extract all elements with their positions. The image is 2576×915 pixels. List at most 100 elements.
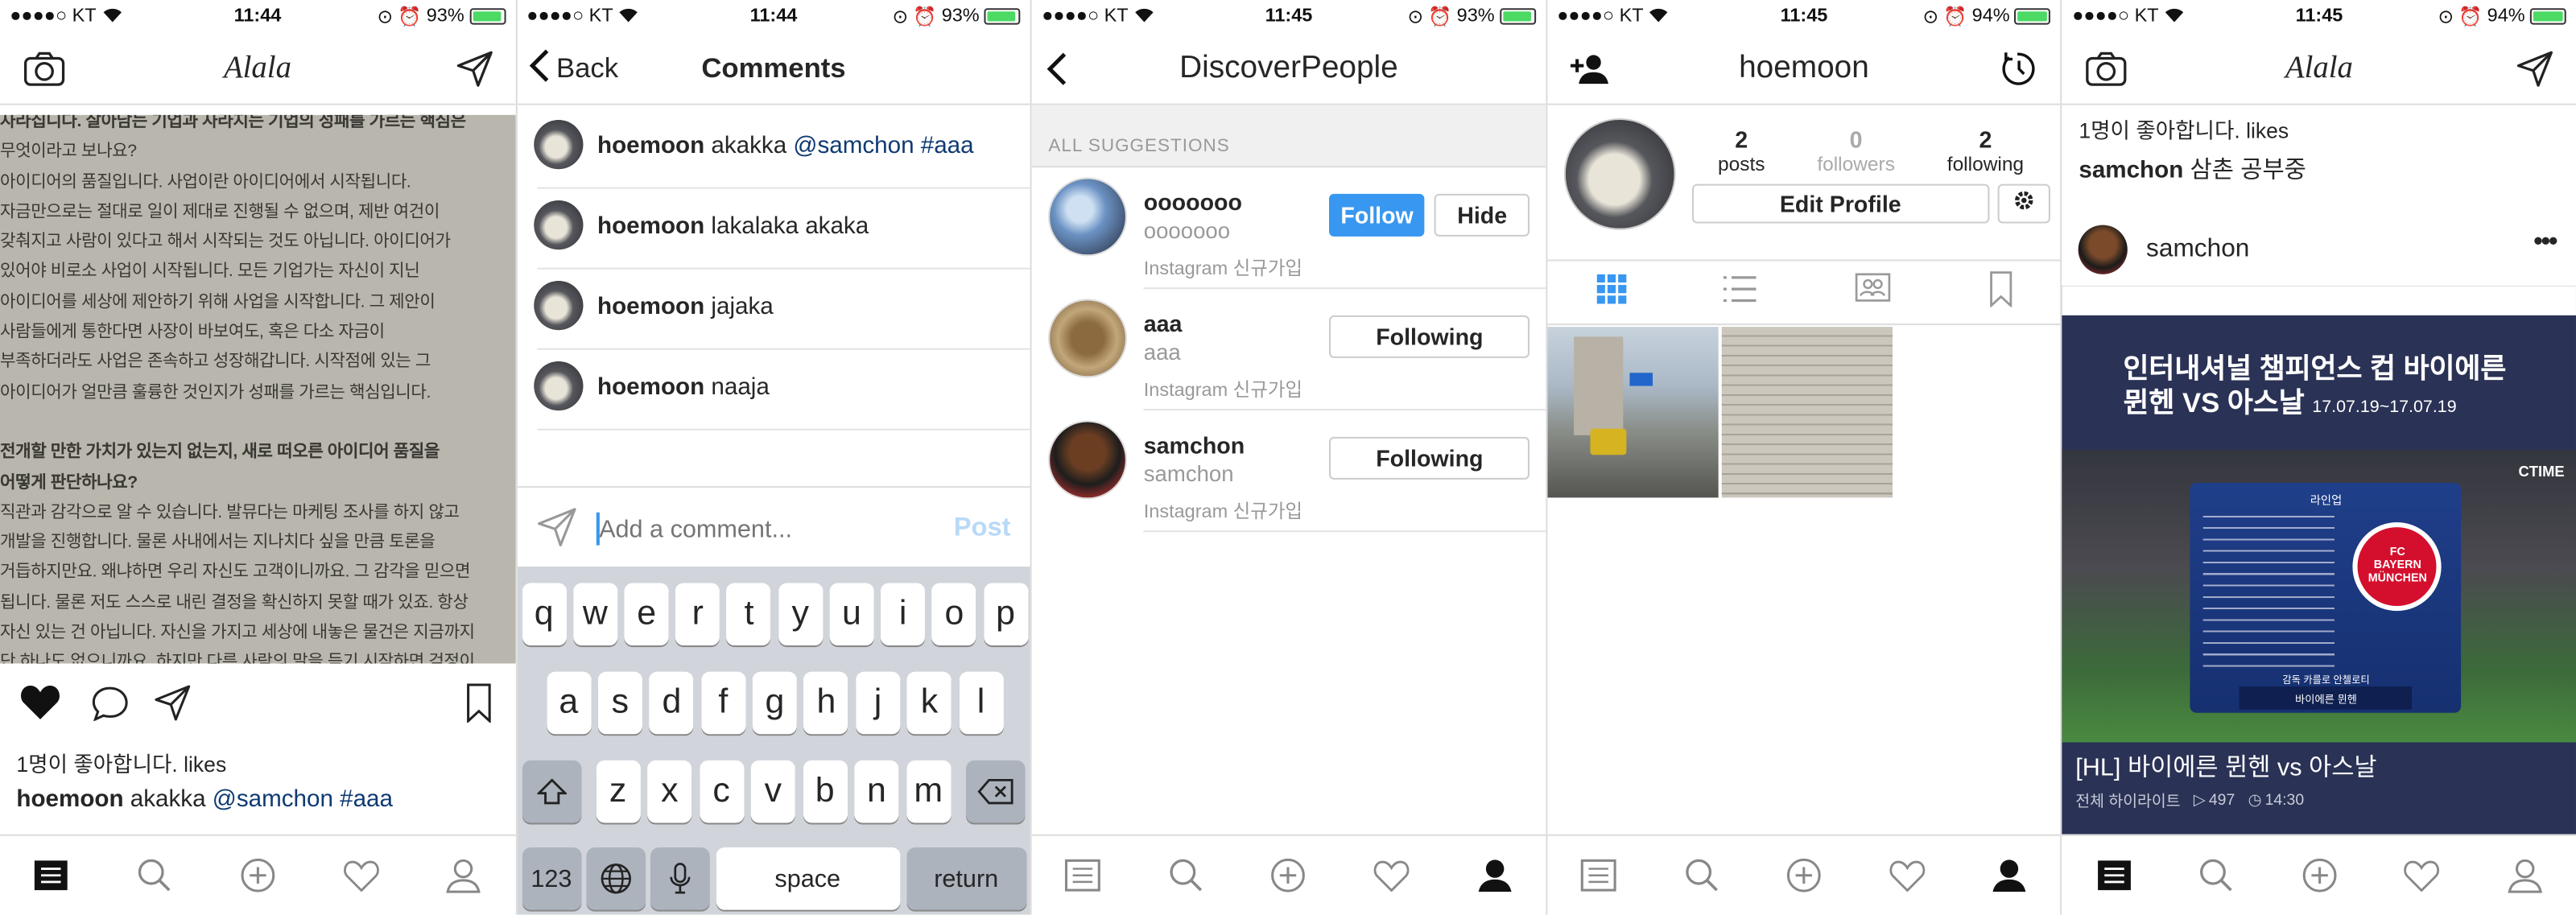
comment-tags[interactable]: @samchon #aaa bbox=[793, 133, 973, 159]
avatar[interactable] bbox=[533, 361, 583, 411]
tab-home[interactable] bbox=[1063, 855, 1103, 895]
comment-row[interactable]: hoemoon jajaka bbox=[517, 270, 1030, 350]
tab-activity[interactable] bbox=[1887, 855, 1926, 895]
avatar[interactable] bbox=[1563, 117, 1676, 230]
avatar[interactable] bbox=[533, 280, 583, 331]
key-z[interactable]: z bbox=[595, 760, 641, 823]
camera-icon[interactable] bbox=[23, 51, 66, 87]
globe-key[interactable] bbox=[585, 847, 646, 910]
shift-key[interactable] bbox=[522, 760, 581, 823]
return-key[interactable]: return bbox=[906, 847, 1026, 910]
likes-count[interactable]: 1명이 좋아합니다. likes bbox=[2079, 113, 2289, 145]
back-button[interactable] bbox=[1045, 33, 1068, 105]
tab-activity[interactable] bbox=[2402, 855, 2442, 895]
comment-row[interactable]: hoemoon akakka @samchon #aaa bbox=[517, 109, 1030, 189]
tagged-photos-icon[interactable] bbox=[1855, 272, 1891, 313]
grid-view-icon[interactable] bbox=[1596, 273, 1626, 311]
tab-activity[interactable] bbox=[341, 855, 380, 895]
key-r[interactable]: r bbox=[675, 583, 720, 646]
key-s[interactable]: s bbox=[597, 671, 642, 735]
caption-user[interactable]: hoemoon bbox=[16, 787, 123, 814]
key-q[interactable]: q bbox=[522, 583, 567, 646]
saved-icon[interactable] bbox=[1988, 270, 2012, 315]
video-title[interactable]: [HL] 바이에른 뮌헨 vs 아스날 bbox=[2075, 749, 2376, 784]
edit-profile-button[interactable]: Edit Profile bbox=[1691, 183, 1989, 224]
numbers-key[interactable]: 123 bbox=[522, 847, 581, 910]
suggestion-name[interactable]: samchon bbox=[1144, 432, 1245, 459]
key-b[interactable]: b bbox=[803, 760, 848, 823]
tab-profile[interactable] bbox=[444, 855, 483, 895]
grid-photo-street[interactable] bbox=[1546, 327, 1719, 498]
more-options-icon[interactable]: ••• bbox=[2533, 229, 2557, 258]
key-w[interactable]: w bbox=[572, 583, 617, 646]
tab-add[interactable] bbox=[238, 855, 278, 895]
tab-profile[interactable] bbox=[1990, 855, 2029, 895]
tab-add[interactable] bbox=[1269, 855, 1308, 895]
tab-search[interactable] bbox=[1166, 855, 1206, 895]
avatar[interactable] bbox=[1048, 420, 1128, 500]
tab-add[interactable] bbox=[1784, 855, 1823, 895]
send-icon[interactable] bbox=[456, 51, 493, 87]
avatar[interactable] bbox=[2079, 225, 2128, 274]
key-y[interactable]: y bbox=[778, 583, 823, 646]
tab-add[interactable] bbox=[2299, 855, 2339, 895]
suggestion-name[interactable]: aaa bbox=[1144, 311, 1183, 337]
avatar[interactable] bbox=[533, 200, 583, 250]
key-a[interactable]: a bbox=[546, 671, 591, 735]
caption-tags[interactable]: @samchon #aaa bbox=[213, 787, 393, 814]
comment-input[interactable] bbox=[599, 507, 928, 550]
comment-user[interactable]: hoemoon bbox=[597, 374, 704, 401]
post-photo[interactable]: 사라집니다. 살아남는 기업과 사라지는 기업의 성패를 가르는 핵심은 무엇이라… bbox=[0, 114, 515, 664]
bookmark-icon[interactable] bbox=[467, 683, 492, 731]
delete-key[interactable] bbox=[966, 760, 1026, 823]
tab-home[interactable] bbox=[2094, 855, 2133, 895]
follow-button[interactable]: Follow bbox=[1329, 193, 1425, 237]
following-button[interactable]: Following bbox=[1329, 436, 1530, 480]
comment-user[interactable]: hoemoon bbox=[597, 213, 704, 240]
key-m[interactable]: m bbox=[906, 760, 951, 823]
suggestion-name[interactable]: ooooooo bbox=[1144, 189, 1242, 216]
comment-user[interactable]: hoemoon bbox=[597, 133, 704, 159]
key-j[interactable]: j bbox=[855, 671, 901, 735]
comment-icon[interactable] bbox=[90, 685, 130, 729]
space-key[interactable]: space bbox=[715, 847, 900, 910]
tab-search[interactable] bbox=[1682, 855, 1721, 895]
tab-search[interactable] bbox=[135, 855, 175, 895]
key-u[interactable]: u bbox=[829, 583, 874, 646]
key-c[interactable]: c bbox=[699, 760, 744, 823]
post-username[interactable]: samchon bbox=[2146, 235, 2249, 265]
comment-row[interactable]: hoemoon lakalaka akaka bbox=[517, 189, 1030, 270]
key-k[interactable]: k bbox=[906, 671, 952, 735]
avatar[interactable] bbox=[1048, 299, 1128, 378]
key-h[interactable]: h bbox=[803, 671, 849, 735]
comment-user[interactable]: hoemoon bbox=[597, 294, 704, 320]
key-n[interactable]: n bbox=[854, 760, 899, 823]
key-f[interactable]: f bbox=[700, 671, 745, 735]
tab-profile[interactable] bbox=[1475, 855, 1514, 895]
key-i[interactable]: i bbox=[881, 583, 926, 646]
key-o[interactable]: o bbox=[931, 583, 976, 646]
stat-following[interactable]: 2 following bbox=[1947, 127, 2024, 177]
caption-user[interactable]: samchon bbox=[2079, 158, 2183, 184]
comment-row[interactable]: hoemoon naaja bbox=[517, 350, 1030, 431]
add-person-icon[interactable] bbox=[1570, 33, 1610, 105]
likes-count[interactable]: 1명이 좋아합니다. likes bbox=[16, 748, 226, 779]
stat-followers[interactable]: 0 followers bbox=[1817, 127, 1895, 177]
list-view-icon[interactable] bbox=[1724, 275, 1757, 310]
settings-button[interactable] bbox=[1997, 183, 2050, 224]
following-button[interactable]: Following bbox=[1329, 315, 1530, 358]
avatar[interactable] bbox=[1048, 177, 1128, 257]
microphone-key[interactable] bbox=[650, 847, 709, 910]
tab-home[interactable] bbox=[32, 855, 72, 895]
back-button[interactable]: Back bbox=[526, 33, 618, 105]
post-button[interactable]: Post bbox=[954, 514, 1011, 544]
heart-icon[interactable] bbox=[19, 683, 60, 729]
share-icon[interactable] bbox=[155, 685, 191, 729]
grid-photo-text[interactable] bbox=[1721, 327, 1893, 498]
send-icon[interactable] bbox=[2516, 51, 2553, 87]
key-d[interactable]: d bbox=[649, 671, 694, 735]
tab-search[interactable] bbox=[2197, 855, 2236, 895]
tab-home[interactable] bbox=[1579, 855, 1618, 895]
key-v[interactable]: v bbox=[750, 760, 795, 823]
key-g[interactable]: g bbox=[752, 671, 797, 735]
